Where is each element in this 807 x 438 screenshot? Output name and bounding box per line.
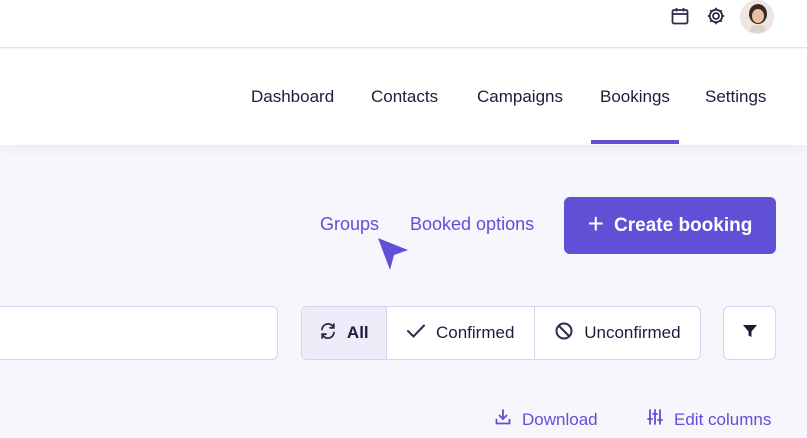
- main-nav: Dashboard Contacts Campaigns Bookings Se…: [0, 49, 807, 145]
- nav-item-campaigns[interactable]: Campaigns: [477, 87, 563, 107]
- filter-tab-label: Confirmed: [435, 323, 515, 342]
- nav-item-dashboard[interactable]: Dashboard: [251, 87, 334, 107]
- calendar-icon[interactable]: [668, 4, 692, 28]
- booked-options-link[interactable]: Booked options: [410, 214, 534, 235]
- filter-tab-unconfirmed[interactable]: Unconfirmed: [535, 307, 700, 359]
- search-input[interactable]: [0, 306, 278, 360]
- sliders-icon: [646, 408, 664, 431]
- funnel-icon: [741, 322, 759, 345]
- nav-item-contacts[interactable]: Contacts: [371, 87, 438, 107]
- filter-tab-label: Unconfirmed: [584, 323, 681, 342]
- filter-button[interactable]: [723, 306, 776, 360]
- avatar[interactable]: [740, 0, 774, 34]
- refresh-icon: [319, 322, 337, 345]
- create-booking-button[interactable]: + Create booking: [564, 197, 776, 254]
- active-tab-indicator: [591, 140, 679, 144]
- filter-tab-label: All: [346, 323, 369, 342]
- top-bar: [0, 0, 807, 48]
- edit-columns-button[interactable]: Edit columns: [646, 408, 771, 431]
- nav-item-settings[interactable]: Settings: [705, 87, 766, 107]
- create-booking-label: Create booking: [614, 214, 753, 236]
- groups-link[interactable]: Groups: [320, 214, 379, 235]
- status-filter-tabs: All Confirmed Unconfirmed: [301, 306, 701, 360]
- plus-icon: +: [587, 208, 605, 239]
- download-button[interactable]: Download: [494, 408, 598, 431]
- nav-item-bookings[interactable]: Bookings: [600, 87, 670, 107]
- filter-tab-confirmed[interactable]: Confirmed: [387, 307, 535, 359]
- filter-tab-all[interactable]: All: [302, 307, 387, 359]
- edit-columns-label: Edit columns: [674, 409, 772, 429]
- download-label: Download: [522, 409, 598, 429]
- download-icon: [494, 408, 512, 431]
- cursor-icon: [376, 236, 410, 277]
- gear-icon[interactable]: [704, 4, 728, 28]
- ban-icon: [554, 321, 574, 346]
- check-icon: [406, 323, 426, 344]
